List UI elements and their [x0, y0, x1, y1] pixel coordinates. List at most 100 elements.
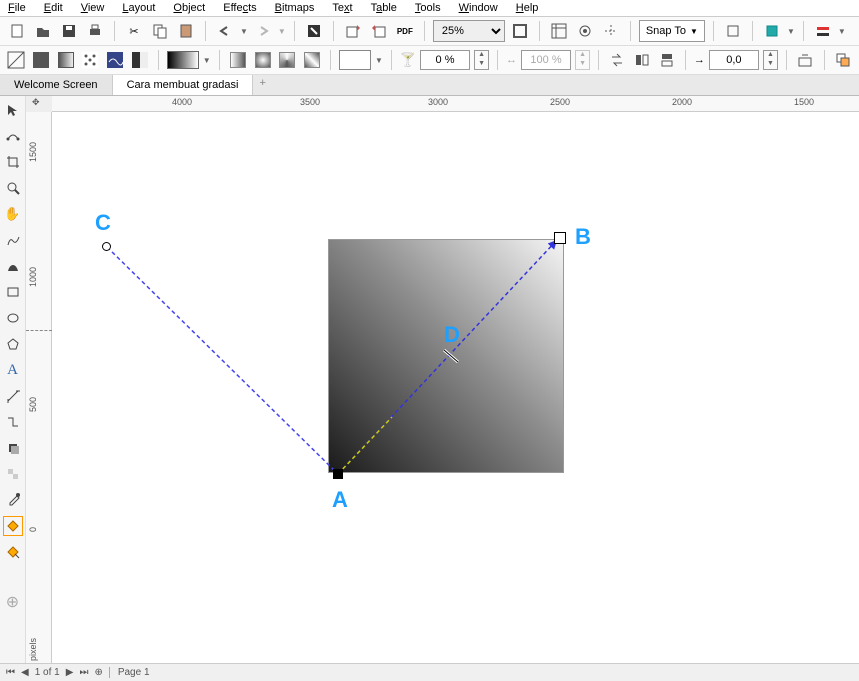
search-content-button[interactable] — [303, 20, 325, 42]
show-guidelines-button[interactable] — [600, 20, 622, 42]
artistic-media-tool[interactable] — [3, 256, 23, 276]
undo-dropdown-icon[interactable]: ▼ — [240, 27, 248, 36]
nav-add-page-icon[interactable]: ⊕ — [94, 667, 102, 678]
fountain-fill-button[interactable] — [55, 49, 76, 71]
nav-next-icon[interactable]: ▶ — [66, 667, 74, 678]
menu-object[interactable]: Object — [173, 2, 205, 14]
nav-prev-icon[interactable]: ◀ — [21, 667, 29, 678]
gradient-dropdown-icon[interactable]: ▼ — [203, 56, 211, 65]
merge-input[interactable] — [521, 50, 571, 70]
postscript-fill-button[interactable] — [129, 49, 150, 71]
smart-fill-tool[interactable] — [3, 542, 23, 562]
rotate-spinner[interactable]: ▲▼ — [763, 50, 778, 70]
show-grid-button[interactable] — [574, 20, 596, 42]
gradient-preview[interactable] — [167, 51, 199, 69]
color-dropdown-icon[interactable]: ▼ — [375, 56, 383, 65]
freehand-tool[interactable] — [3, 230, 23, 250]
connector-tool[interactable] — [3, 412, 23, 432]
uniform-fill-button[interactable] — [31, 49, 52, 71]
cut-button[interactable]: ✂ — [123, 20, 145, 42]
import-button[interactable] — [342, 20, 364, 42]
menu-text[interactable]: Text — [332, 2, 352, 14]
menu-layout[interactable]: Layout — [122, 2, 155, 14]
mirror-v-button[interactable] — [656, 49, 677, 71]
drop-shadow-tool[interactable] — [3, 438, 23, 458]
menu-table[interactable]: Table — [371, 2, 397, 14]
launcher-button[interactable] — [761, 20, 783, 42]
rectangle-tool[interactable] — [3, 282, 23, 302]
ruler-v-tick: 1000 — [28, 267, 38, 287]
menu-view[interactable]: View — [81, 2, 105, 14]
color-eyedropper-tool[interactable] — [3, 490, 23, 510]
publish-pdf-button[interactable]: PDF — [394, 20, 416, 42]
crop-tool[interactable] — [3, 152, 23, 172]
new-button[interactable] — [6, 20, 28, 42]
tab-welcome[interactable]: Welcome Screen — [0, 75, 113, 95]
linear-fountain-button[interactable] — [228, 49, 249, 71]
copy-button[interactable] — [149, 20, 171, 42]
export-button[interactable] — [368, 20, 390, 42]
tab-add-button[interactable]: + — [253, 75, 271, 95]
ellipse-tool[interactable] — [3, 308, 23, 328]
crosshair-icon[interactable]: ✥ — [32, 97, 40, 108]
reverse-fill-button[interactable] — [607, 49, 628, 71]
open-button[interactable] — [32, 20, 54, 42]
redo-dropdown-icon[interactable]: ▼ — [278, 27, 286, 36]
menu-effects[interactable]: Effects — [223, 2, 256, 14]
menu-file[interactable]: File — [8, 2, 26, 14]
conical-fountain-button[interactable] — [277, 49, 298, 71]
menu-bitmaps[interactable]: Bitmaps — [275, 2, 315, 14]
show-rulers-button[interactable] — [548, 20, 570, 42]
interactive-fill-tool[interactable] — [3, 516, 23, 536]
menu-window[interactable]: Window — [459, 2, 498, 14]
guideline[interactable] — [26, 330, 52, 331]
options-button[interactable] — [722, 20, 744, 42]
pan-tool[interactable]: ✋ — [3, 204, 23, 224]
snap-to-button[interactable]: Snap To▼ — [639, 20, 705, 42]
app-launcher-button[interactable] — [812, 20, 834, 42]
transparency-tool[interactable] — [3, 464, 23, 484]
parallel-dimension-tool[interactable] — [3, 386, 23, 406]
elliptical-fountain-button[interactable] — [252, 49, 273, 71]
copy-fill-button[interactable] — [832, 49, 853, 71]
paste-button[interactable] — [175, 20, 197, 42]
rotate-input[interactable] — [709, 50, 759, 70]
fill-none-button[interactable] — [6, 49, 27, 71]
tab-document[interactable]: Cara membuat gradasi — [113, 75, 254, 95]
texture-fill-button[interactable] — [105, 49, 126, 71]
menu-tools[interactable]: Tools — [415, 2, 441, 14]
gradient-c-handle[interactable] — [102, 242, 111, 251]
quick-customize-button[interactable]: ⊕ — [3, 592, 23, 612]
merge-spinner[interactable]: ▲▼ — [575, 50, 590, 70]
transparency-spinner[interactable]: ▲▼ — [474, 50, 489, 70]
page-tab[interactable]: Page 1 — [109, 667, 150, 678]
pick-tool[interactable] — [3, 100, 23, 120]
nav-first-icon[interactable]: ⏮ — [6, 667, 15, 678]
nav-last-icon[interactable]: ⏭ — [79, 667, 88, 678]
shape-tool[interactable] — [3, 126, 23, 146]
gradient-rectangle[interactable] — [328, 239, 564, 473]
rectangular-fountain-button[interactable] — [302, 49, 323, 71]
zoom-tool[interactable] — [3, 178, 23, 198]
node-color-swatch[interactable] — [339, 50, 371, 70]
zoom-select[interactable]: 25% — [433, 20, 505, 42]
menu-help[interactable]: Help — [516, 2, 539, 14]
transparency-input[interactable] — [420, 50, 470, 70]
canvas[interactable]: C B D A — [52, 112, 859, 665]
ruler-h-tick: 4000 — [172, 97, 192, 107]
free-scale-button[interactable] — [795, 49, 816, 71]
mirror-h-button[interactable] — [632, 49, 653, 71]
undo-button[interactable] — [214, 20, 236, 42]
full-screen-button[interactable] — [509, 20, 531, 42]
gradient-end-handle[interactable] — [554, 232, 566, 244]
print-button[interactable] — [84, 20, 106, 42]
text-tool[interactable]: A — [3, 360, 23, 380]
menu-edit[interactable]: Edit — [44, 2, 63, 14]
redo-button[interactable] — [252, 20, 274, 42]
app-dropdown-icon[interactable]: ▼ — [838, 27, 846, 36]
launcher-dropdown-icon[interactable]: ▼ — [787, 27, 795, 36]
polygon-tool[interactable] — [3, 334, 23, 354]
pattern-fill-button[interactable] — [80, 49, 101, 71]
gradient-start-handle[interactable] — [333, 469, 343, 479]
save-button[interactable] — [58, 20, 80, 42]
